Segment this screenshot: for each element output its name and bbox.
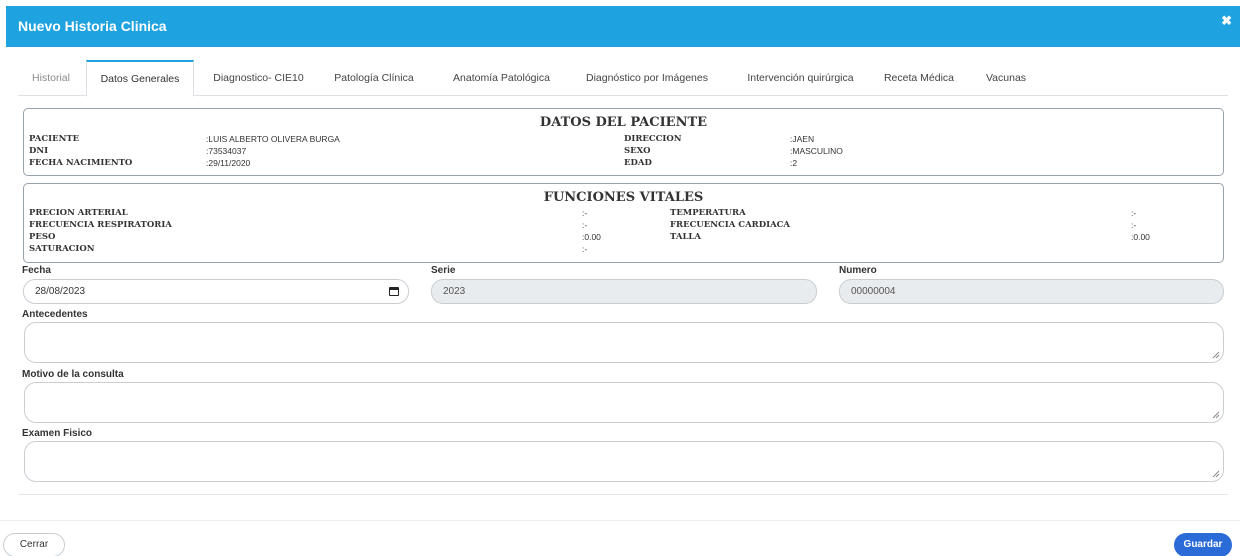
antecedentes-textarea[interactable] (24, 322, 1224, 363)
calendar-icon[interactable] (389, 287, 399, 296)
frecuencia-cardiaca-value: :- (1131, 220, 1137, 230)
vital-signs-panel: FUNCIONES VITALES PRECION ARTERIAL :- FR… (23, 183, 1224, 263)
tab-receta-medica[interactable]: Receta Médica (876, 60, 962, 96)
form-divider (18, 494, 1228, 495)
peso-label: PESO (29, 232, 56, 242)
serie-label: Serie (431, 265, 456, 276)
serie-input[interactable]: 2023 (431, 279, 817, 304)
saturacion-label: SATURACION (29, 244, 95, 254)
frecuencia-respiratoria-value: :- (582, 220, 588, 230)
frecuencia-cardiaca-label: FRECUENCIA CARDIACA (670, 220, 791, 230)
sexo-value: :MASCULINO (790, 146, 843, 156)
fecha-nacimiento-value: :29/11/2020 (206, 158, 251, 168)
dni-value: :73534037 (206, 146, 247, 156)
tab-diagnostico-cie10[interactable]: Diagnostico- CIE10 (201, 60, 316, 96)
fecha-value: 28/08/2023 (35, 286, 86, 297)
presion-arterial-value: :- (582, 208, 588, 218)
examen-fisico-label: Examen Fisico (22, 428, 93, 439)
close-icon[interactable]: ✖ (1221, 14, 1232, 28)
serie-value: 2023 (443, 286, 466, 297)
vital-signs-title: FUNCIONES VITALES (543, 190, 704, 205)
direccion-value: :JAEN (790, 134, 815, 144)
talla-value: :0.00 (1131, 232, 1150, 242)
temperatura-label: TEMPERATURA (670, 208, 746, 218)
resize-grip-icon[interactable] (1212, 351, 1220, 359)
motivo-consulta-textarea[interactable] (24, 382, 1224, 423)
footer-divider (0, 520, 1240, 521)
examen-fisico-textarea[interactable] (24, 441, 1224, 482)
cerrar-button[interactable]: Cerrar (3, 533, 65, 556)
peso-value: :0.00 (582, 232, 601, 242)
tab-anatomia-patologica[interactable]: Anatomía Patológica (439, 60, 564, 96)
motivo-consulta-label: Motivo de la consulta (22, 369, 124, 380)
tab-bar: Historial Datos Generales Diagnostico- C… (18, 60, 1228, 97)
modal-title: Nuevo Historia Clinica (18, 18, 167, 34)
tab-patologia-clinica[interactable]: Patología Clínica (324, 60, 424, 96)
edad-value: :2 (790, 158, 798, 168)
tab-historial[interactable]: Historial (18, 60, 84, 96)
sexo-label: SEXO (624, 146, 651, 156)
fecha-input[interactable]: 28/08/2023 (23, 279, 409, 304)
paciente-value: :LUIS ALBERTO OLIVERA BURGA (206, 134, 340, 144)
patient-data-title: DATOS DEL PACIENTE (539, 115, 708, 130)
resize-grip-icon[interactable] (1212, 411, 1220, 419)
fecha-label: Fecha (22, 265, 51, 276)
direccion-label: DIRECCION (624, 134, 682, 144)
tab-diagnostico-imagenes[interactable]: Diagnóstico por Imágenes (573, 60, 721, 96)
patient-data-panel: DATOS DEL PACIENTE PACIENTE :LUIS ALBERT… (23, 108, 1224, 176)
numero-value: 00000004 (851, 286, 896, 297)
tab-vacunas[interactable]: Vacunas (976, 60, 1036, 96)
saturacion-value: :- (582, 244, 588, 254)
frecuencia-respiratoria-label: FRECUENCIA RESPIRATORIA (29, 220, 172, 230)
presion-arterial-label: PRECION ARTERIAL (29, 208, 128, 218)
tab-intervencion-quirurgica[interactable]: Intervención quirúrgica (733, 60, 868, 96)
paciente-label: PACIENTE (29, 134, 80, 144)
dni-label: DNI (29, 146, 49, 156)
fecha-nacimiento-label: FECHA NACIMIENTO (29, 158, 133, 168)
antecedentes-label: Antecedentes (22, 309, 88, 320)
numero-input[interactable]: 00000004 (839, 279, 1224, 304)
numero-label: Numero (839, 265, 877, 276)
guardar-button[interactable]: Guardar (1174, 533, 1232, 556)
tab-datos-generales[interactable]: Datos Generales (86, 60, 194, 97)
edad-label: EDAD (624, 158, 652, 168)
resize-grip-icon[interactable] (1212, 470, 1220, 478)
modal-header: Nuevo Historia Clinica ✖ (6, 6, 1240, 47)
temperatura-value: :- (1131, 208, 1137, 218)
talla-label: TALLA (670, 232, 702, 242)
